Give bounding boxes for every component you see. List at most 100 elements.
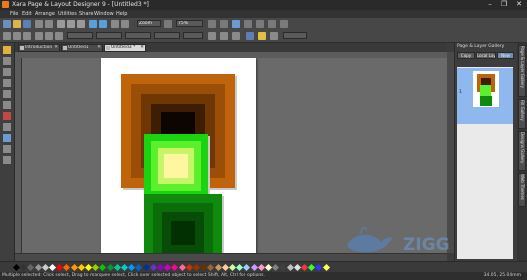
close-button[interactable]: ✕: [512, 0, 526, 9]
color-swatch[interactable]: [70, 263, 78, 272]
shape-tool-icon[interactable]: [3, 79, 11, 87]
new-page-button[interactable]: New: [497, 52, 514, 59]
contour-tool-icon[interactable]: [3, 145, 11, 153]
zoom-mode-select[interactable]: Zoom: [137, 20, 161, 27]
color-swatch[interactable]: [286, 263, 294, 272]
grid-icon[interactable]: [256, 20, 264, 28]
zoom-icon[interactable]: [164, 20, 172, 28]
side-tab-fill[interactable]: Fill Gallery: [518, 99, 526, 129]
guides-icon[interactable]: [268, 20, 276, 28]
color-swatch[interactable]: [41, 263, 49, 272]
menu-edit[interactable]: Edit: [22, 11, 32, 17]
tab-untitled3[interactable]: Untitled3 * ✕: [104, 44, 146, 52]
import-icon[interactable]: [35, 20, 43, 28]
close-tab-icon[interactable]: ✕: [54, 45, 58, 51]
photo-tool-icon[interactable]: [3, 156, 11, 164]
width-field[interactable]: [125, 32, 151, 39]
maximize-button[interactable]: ❐: [497, 0, 511, 9]
color-swatch[interactable]: [135, 263, 143, 272]
redo-icon[interactable]: [99, 20, 107, 28]
color-swatch[interactable]: [27, 263, 35, 272]
rotate-icon[interactable]: [3, 32, 11, 40]
link-icon[interactable]: [270, 32, 278, 40]
scale-icon[interactable]: [23, 32, 31, 40]
color-swatch[interactable]: [34, 263, 42, 272]
color-swatch[interactable]: [279, 263, 287, 272]
menu-share[interactable]: Share: [79, 11, 93, 17]
node-tool-icon[interactable]: [3, 57, 11, 65]
copy-page-button[interactable]: Copy: [457, 52, 475, 59]
opacity-field[interactable]: [283, 32, 307, 39]
side-tab-page-layer[interactable]: Page & Layer Gallery: [518, 45, 526, 97]
minimize-button[interactable]: –: [483, 0, 497, 9]
zoom-previous-icon[interactable]: [208, 20, 216, 28]
color-swatch[interactable]: [185, 263, 193, 272]
color-swatch[interactable]: [207, 263, 215, 272]
local-layer-button[interactable]: Local Lay: [476, 52, 496, 59]
color-swatch[interactable]: [178, 263, 186, 272]
duplicate-icon[interactable]: [121, 20, 129, 28]
color-swatch[interactable]: [221, 263, 229, 272]
color-swatch[interactable]: [322, 263, 330, 272]
bulb-icon[interactable]: [258, 32, 266, 40]
color-swatch[interactable]: [250, 263, 258, 272]
menu-file[interactable]: File: [10, 11, 18, 17]
x-position-field[interactable]: [67, 32, 93, 39]
delete-icon[interactable]: [111, 20, 119, 28]
page-row[interactable]: 1: [457, 68, 513, 124]
position-icon[interactable]: [45, 32, 53, 40]
bounds-icon[interactable]: [35, 32, 43, 40]
zoom-tool-icon[interactable]: [3, 101, 11, 109]
document-page[interactable]: [101, 58, 256, 261]
freehand-tool-icon[interactable]: [3, 68, 11, 76]
color-swatch[interactable]: [77, 263, 85, 272]
color-swatch[interactable]: [171, 263, 179, 272]
menu-window[interactable]: Window: [94, 11, 114, 17]
color-swatch[interactable]: [214, 263, 222, 272]
color-swatch[interactable]: [113, 263, 121, 272]
height-field[interactable]: [154, 32, 180, 39]
menu-utilities[interactable]: Utilities: [58, 11, 77, 17]
zoom-page-icon[interactable]: [232, 20, 240, 28]
save-icon[interactable]: [23, 20, 31, 28]
open-folder-icon[interactable]: [13, 20, 21, 28]
export-icon[interactable]: [45, 20, 53, 28]
fill-tool-icon[interactable]: [3, 112, 11, 120]
angle-field[interactable]: [183, 32, 203, 39]
zoom-drawing-icon[interactable]: [220, 20, 228, 28]
page-thumbnail[interactable]: [473, 71, 499, 107]
side-tab-web-themes[interactable]: Web Themes: [518, 173, 526, 207]
color-swatch[interactable]: [257, 263, 265, 272]
flip-horizontal-icon[interactable]: [220, 32, 228, 40]
dark-green-square-inner[interactable]: [171, 221, 195, 245]
zoom-percent-field[interactable]: 75%: [176, 20, 203, 27]
lock-aspect-icon[interactable]: [208, 32, 216, 40]
paste-icon[interactable]: [77, 20, 85, 28]
flip-icon[interactable]: [13, 32, 21, 40]
color-swatch[interactable]: [315, 263, 323, 272]
tab-introduction[interactable]: Introduction ✕: [18, 44, 60, 52]
y-position-field[interactable]: [96, 32, 122, 39]
close-tab-icon[interactable]: ✕: [97, 45, 101, 51]
undo-icon[interactable]: [89, 20, 97, 28]
shadow-tool-icon[interactable]: [3, 134, 11, 142]
selector-tool-icon[interactable]: [3, 46, 11, 54]
color-swatch[interactable]: [106, 263, 114, 272]
new-document-icon[interactable]: [3, 20, 11, 28]
vertical-ruler[interactable]: [15, 58, 22, 261]
menu-help[interactable]: Help: [116, 11, 127, 17]
tab-untitled1[interactable]: Untitled1 ✕: [61, 44, 103, 52]
color-swatch[interactable]: [99, 263, 107, 272]
cut-icon[interactable]: [57, 20, 65, 28]
color-swatch[interactable]: [63, 263, 71, 272]
color-swatch[interactable]: [142, 263, 150, 272]
color-swatch[interactable]: [293, 263, 301, 272]
text-tool-icon[interactable]: [3, 90, 11, 98]
side-tab-designs[interactable]: Designs Gallery: [518, 131, 526, 171]
align-icon[interactable]: [55, 32, 63, 40]
color-swatch[interactable]: [149, 263, 157, 272]
green-square-inner[interactable]: [164, 154, 188, 178]
snap-icon[interactable]: [244, 20, 252, 28]
flip-vertical-icon[interactable]: [232, 32, 240, 40]
menu-arrange[interactable]: Arrange: [35, 11, 55, 17]
